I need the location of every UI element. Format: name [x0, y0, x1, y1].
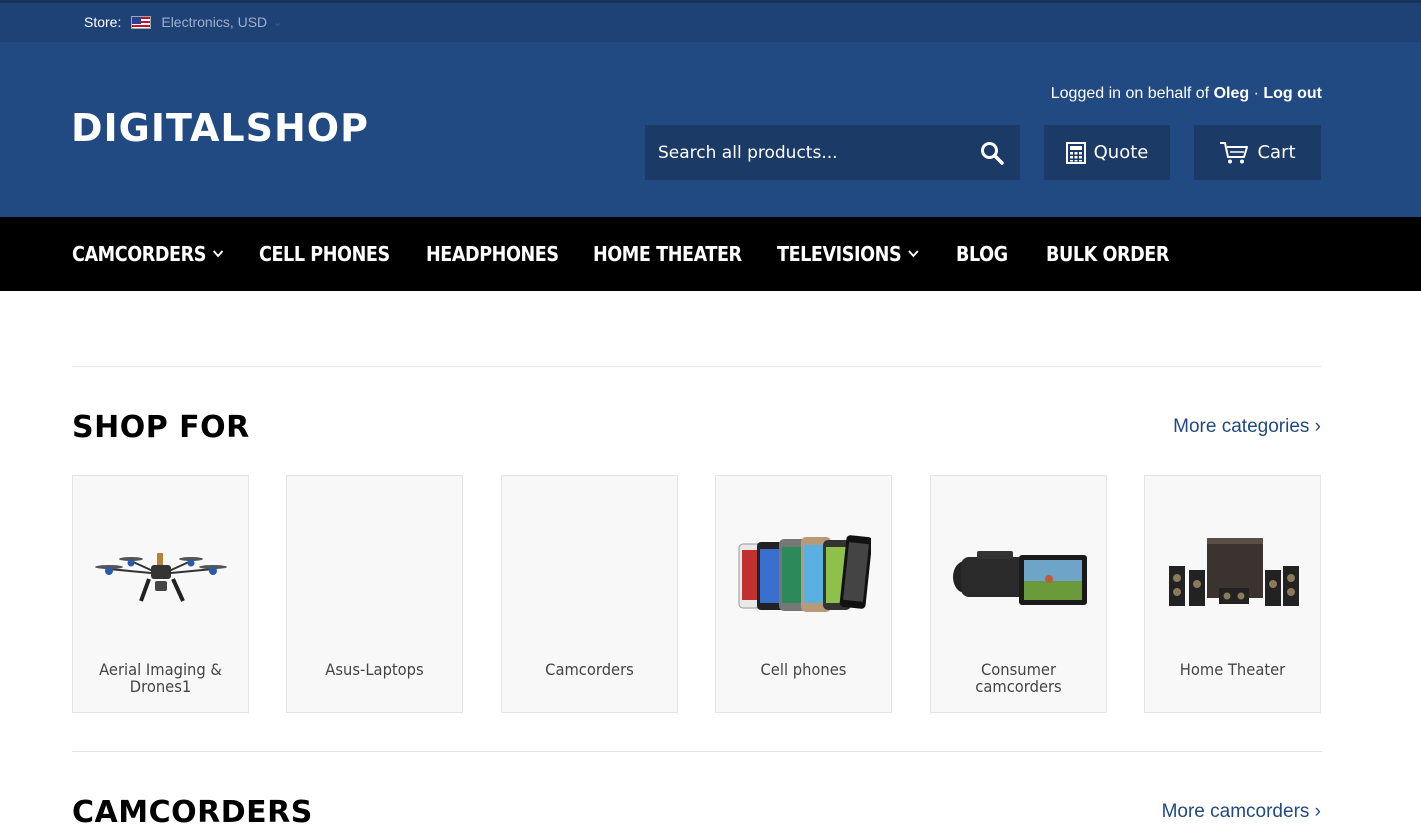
us-flag-icon	[131, 15, 152, 29]
user-name: Oleg	[1213, 85, 1250, 102]
quote-label: Quote	[1093, 142, 1149, 163]
calculator-icon	[1065, 141, 1086, 164]
camcorder-image	[931, 506, 1106, 646]
category-card[interactable]: Cell phones	[715, 475, 892, 713]
nav-label: CELL PHONES	[259, 242, 390, 266]
search-icon	[981, 141, 1004, 165]
nav-item-cell-phones[interactable]: CELL PHONES	[259, 242, 390, 266]
login-status: Logged in on behalf of Oleg · Log out	[1051, 85, 1322, 103]
chevron-down-icon	[908, 250, 919, 258]
more-categories-link[interactable]: More categories ›	[1173, 416, 1321, 438]
search-box[interactable]: Search all products...	[645, 125, 1020, 180]
cart-button[interactable]: Cart	[1194, 125, 1321, 180]
store-bar: Store: Electronics, USD ⌄	[0, 0, 1421, 42]
nav-label: CAMCORDERS	[72, 242, 206, 266]
category-card[interactable]: Aerial Imaging & Drones1	[72, 475, 249, 713]
category-label: Asus-Laptops	[325, 660, 424, 679]
drone-image	[73, 506, 248, 646]
cart-icon	[1220, 141, 1249, 163]
phones-image	[716, 506, 891, 646]
separator: ·	[1253, 85, 1259, 102]
site-header: DIGITALSHOP Logged in on behalf of Oleg …	[0, 42, 1421, 217]
category-label: Aerial Imaging & Drones1	[99, 660, 222, 696]
nav-item-televisions[interactable]: TELEVISIONS	[777, 242, 919, 266]
logged-prefix: Logged in on behalf of	[1050, 85, 1214, 102]
category-label: Consumer camcorders	[975, 660, 1062, 696]
divider	[72, 751, 1322, 752]
category-label: Home Theater	[1179, 660, 1286, 679]
shop-for-title: SHOP FOR	[72, 410, 250, 445]
nav-item-bulk-order[interactable]: BULK ORDER	[1046, 242, 1169, 266]
nav-label: TELEVISIONS	[777, 242, 902, 266]
store-value: Electronics, USD	[161, 14, 268, 30]
category-label: Camcorders	[545, 660, 634, 679]
logo-text: DIGITALSHOP	[71, 106, 369, 150]
camcorders-title: CAMCORDERS	[72, 795, 313, 830]
store-label: Store:	[84, 14, 122, 30]
quote-button[interactable]: Quote	[1044, 125, 1170, 180]
chevron-down-icon	[213, 250, 224, 258]
chevron-down-icon: ⌄	[273, 16, 283, 29]
logout-link[interactable]: Log out	[1263, 85, 1322, 102]
nav-item-camcorders[interactable]: CAMCORDERS	[72, 242, 224, 266]
category-card[interactable]: Camcorders	[501, 475, 678, 713]
nav-label: HEADPHONES	[426, 242, 559, 266]
category-card[interactable]: Consumer camcorders	[930, 475, 1107, 713]
category-card[interactable]: Asus-Laptops	[286, 475, 463, 713]
main-nav: CAMCORDERS CELL PHONES HEADPHONES HOME T…	[0, 217, 1421, 291]
category-card[interactable]: Home Theater	[1144, 475, 1321, 713]
store-selector[interactable]: Store: Electronics, USD ⌄	[84, 14, 282, 30]
search-button[interactable]	[964, 125, 1020, 180]
nav-item-home-theater[interactable]: HOME THEATER	[593, 242, 742, 266]
divider	[72, 366, 1322, 367]
category-label: Cell phones	[760, 660, 847, 679]
nav-label: HOME THEATER	[593, 242, 742, 266]
search-input[interactable]: Search all products...	[658, 143, 964, 163]
cart-label: Cart	[1257, 142, 1296, 163]
speakers-image	[1145, 506, 1320, 646]
nav-label: BULK ORDER	[1046, 242, 1169, 266]
more-camcorders-link[interactable]: More camcorders ›	[1162, 801, 1321, 823]
site-logo[interactable]: DIGITALSHOP	[71, 106, 369, 150]
nav-item-blog[interactable]: BLOG	[956, 242, 1008, 266]
nav-item-headphones[interactable]: HEADPHONES	[426, 242, 559, 266]
nav-label: BLOG	[956, 242, 1008, 266]
